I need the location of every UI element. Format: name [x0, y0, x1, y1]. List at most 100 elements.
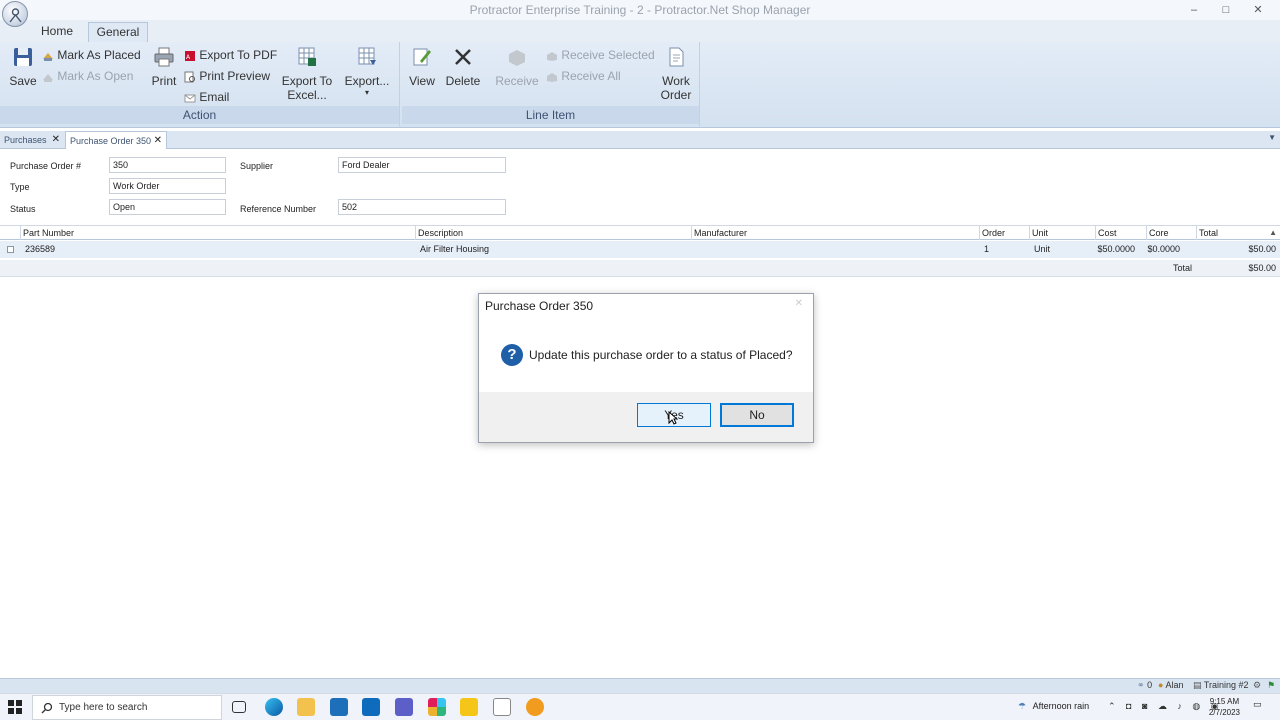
- protractor-app-icon[interactable]: [526, 698, 544, 716]
- status-count-value: 0: [1147, 680, 1153, 690]
- mark-placed-icon: [43, 52, 53, 61]
- app-yellow-icon[interactable]: [460, 698, 478, 716]
- document-app-icon[interactable]: [493, 698, 511, 716]
- column-order[interactable]: Order: [979, 226, 1029, 240]
- tab-overflow-icon[interactable]: ▼: [1268, 133, 1276, 142]
- window-title: Protractor Enterprise Training - 2 - Pro…: [469, 3, 811, 17]
- status-field[interactable]: Open: [109, 199, 226, 215]
- close-icon[interactable]: ✕: [52, 131, 60, 149]
- save-icon: [14, 48, 32, 66]
- dialog-close-icon[interactable]: ✕: [795, 298, 803, 309]
- mark-as-open-button[interactable]: Mark As Open: [42, 69, 133, 83]
- column-unit[interactable]: Unit: [1029, 226, 1095, 240]
- grid-total-row: Total $50.00: [0, 260, 1280, 277]
- close-button[interactable]: ✕: [1242, 2, 1274, 18]
- application-menu-button[interactable]: [2, 1, 28, 27]
- export-to-excel-button[interactable]: Export To Excel...: [278, 46, 336, 102]
- line-item-group: View Delete Receive Receive Selected Rec…: [402, 42, 700, 126]
- task-view-icon[interactable]: [232, 701, 246, 713]
- minimize-button[interactable]: –: [1178, 2, 1210, 18]
- weather-widget[interactable]: ☂ Afternoon rain: [1018, 701, 1089, 712]
- taskbar-clock[interactable]: 9:15 AM 2/7/2023: [1209, 696, 1240, 718]
- system-tray-icons[interactable]: ⌃ ◘ ◙ ☁ ♪ ◍ ◉: [1108, 701, 1223, 712]
- po-number-field[interactable]: 350: [109, 157, 226, 173]
- slack-icon[interactable]: [428, 698, 446, 716]
- flag-icon[interactable]: ⚑: [1267, 680, 1275, 691]
- search-icon: [41, 702, 53, 714]
- mark-open-icon: [43, 73, 53, 82]
- work-order-label-1: Work: [662, 74, 690, 88]
- status-user[interactable]: ● Alan: [1158, 680, 1183, 690]
- doc-tab-purchase-order-label: Purchase Order 350: [70, 136, 152, 146]
- tab-general[interactable]: General: [88, 22, 148, 42]
- maximize-button[interactable]: □: [1210, 2, 1242, 18]
- doc-tab-purchase-order[interactable]: Purchase Order 350 ✕: [65, 131, 167, 149]
- mail-icon[interactable]: [330, 698, 348, 716]
- cell-unit: Unit: [1034, 244, 1051, 254]
- supplier-field[interactable]: Ford Dealer: [338, 157, 506, 173]
- chevron-down-icon: ▾: [364, 88, 369, 97]
- notifications-icon[interactable]: ▭: [1253, 699, 1262, 710]
- file-explorer-icon[interactable]: [297, 698, 315, 716]
- table-row[interactable]: 236589 Air Filter Housing 1 Unit $50.000…: [0, 241, 1280, 258]
- no-button[interactable]: No: [720, 403, 794, 427]
- export-to-excel-label-2: Excel...: [287, 88, 327, 102]
- print-button[interactable]: Print: [148, 46, 180, 88]
- work-order-document-icon: [669, 47, 684, 67]
- export-to-pdf-button[interactable]: A Export To PDF: [184, 48, 277, 62]
- receive-selected-button[interactable]: Receive Selected: [546, 48, 655, 62]
- column-part-number[interactable]: Part Number: [20, 226, 415, 240]
- view-button[interactable]: View: [406, 46, 438, 88]
- taskbar-search-input[interactable]: Type here to search: [32, 695, 222, 720]
- mark-as-placed-label: Mark As Placed: [57, 48, 141, 62]
- column-cost[interactable]: Cost: [1095, 226, 1146, 240]
- receive-all-label: Receive All: [561, 69, 621, 83]
- type-field[interactable]: Work Order: [109, 178, 226, 194]
- ribbon-tab-strip: Home General: [0, 20, 1280, 42]
- protractor-logo-icon: [9, 8, 22, 23]
- status-training-name: Training #2: [1203, 680, 1249, 690]
- print-label: Print: [151, 74, 177, 88]
- receive-button[interactable]: Receive: [494, 46, 540, 88]
- doc-tab-purchases[interactable]: Purchases ✕: [0, 131, 64, 149]
- column-core[interactable]: Core: [1146, 226, 1196, 240]
- line-item-group-label: Line Item: [402, 106, 699, 124]
- outlook-icon[interactable]: [362, 698, 380, 716]
- taskbar: Type here to search ☂ Afternoon rain ⌃ ◘…: [0, 693, 1280, 720]
- mouse-cursor-icon: [668, 411, 678, 425]
- printer-icon: [154, 47, 174, 67]
- close-icon[interactable]: ✕: [154, 132, 162, 150]
- print-preview-label: Print Preview: [199, 69, 271, 83]
- database-icon: ▤: [1193, 680, 1202, 690]
- print-preview-button[interactable]: Print Preview: [184, 69, 270, 83]
- receive-box-icon: [509, 50, 525, 66]
- cell-order: 1: [984, 244, 990, 254]
- pdf-icon: A: [185, 50, 195, 61]
- email-button[interactable]: Email: [184, 90, 229, 104]
- reference-number-field[interactable]: 502: [338, 199, 506, 215]
- windows-start-icon[interactable]: [8, 700, 22, 714]
- delete-button[interactable]: Delete: [444, 46, 482, 88]
- delete-label: Delete: [445, 74, 481, 88]
- save-button[interactable]: Save: [6, 46, 40, 88]
- export-dropdown-button[interactable]: Export... ▾: [342, 46, 392, 97]
- teams-icon[interactable]: [395, 698, 413, 716]
- column-manufacturer[interactable]: Manufacturer: [691, 226, 979, 240]
- column-total[interactable]: Total ▲: [1196, 226, 1280, 240]
- column-description[interactable]: Description: [415, 226, 691, 240]
- supplier-label: Supplier: [240, 161, 274, 171]
- reference-number-label: Reference Number: [240, 204, 317, 214]
- tab-home[interactable]: Home: [30, 22, 84, 42]
- settings-icon[interactable]: ⚙: [1253, 680, 1261, 691]
- mark-as-placed-button[interactable]: Mark As Placed: [42, 48, 141, 62]
- work-order-button[interactable]: Work Order: [656, 46, 696, 102]
- receive-all-button[interactable]: Receive All: [546, 69, 621, 83]
- status-label: Status: [10, 204, 36, 214]
- work-order-label-2: Order: [660, 88, 692, 102]
- export-grid-icon: [358, 47, 376, 65]
- status-bar: ⚭ 0 ● Alan ▤ Training #2 ⚙ ⚑: [0, 678, 1280, 693]
- row-selector-icon[interactable]: [7, 246, 14, 253]
- status-training[interactable]: ▤ Training #2: [1193, 680, 1249, 691]
- edge-browser-icon[interactable]: [265, 698, 283, 716]
- dialog-title: Purchase Order 350: [485, 299, 594, 313]
